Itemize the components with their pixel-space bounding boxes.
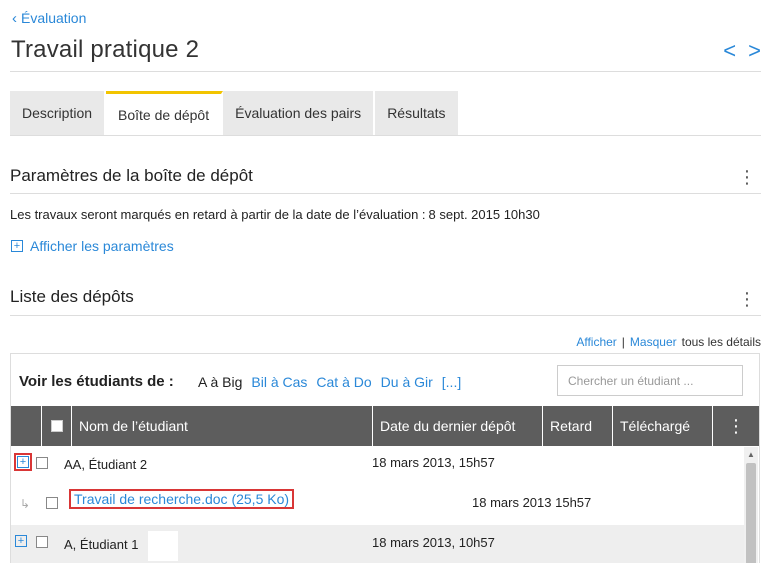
title-divider xyxy=(10,71,761,72)
select-all-checkbox[interactable] xyxy=(50,420,63,432)
column-last-submission-date[interactable]: Date du dernier dépôt xyxy=(372,406,542,446)
file-checkbox[interactable] xyxy=(46,497,58,509)
late-submission-info: Les travaux seront marqués en retard à p… xyxy=(10,207,540,222)
file-checkbox-cell xyxy=(46,497,58,509)
show-details-link[interactable]: Afficher xyxy=(576,335,616,349)
params-section-title: Paramètres de la boîte de dépôt xyxy=(10,166,253,185)
params-more-options-icon[interactable]: ⋮ xyxy=(738,168,756,186)
scroll-up-icon[interactable]: ▲ xyxy=(747,450,755,459)
sub-item-arrow-icon: ↳ xyxy=(20,497,31,511)
late-label: Les travaux seront marqués en retard à p… xyxy=(10,207,426,222)
expand-cell: + xyxy=(15,535,27,547)
student-name: A, Étudiant 1 xyxy=(64,537,139,552)
show-params-label: Afficher les paramètres xyxy=(30,238,174,254)
avatar-placeholder xyxy=(148,531,178,561)
filter-cat-to-do[interactable]: Cat à Do xyxy=(316,374,371,390)
expand-row-icon[interactable]: + xyxy=(17,456,29,468)
filter-more[interactable]: [...] xyxy=(442,374,461,390)
tabs-divider xyxy=(10,135,761,136)
tab-results[interactable]: Résultats xyxy=(375,91,460,135)
student-search-input[interactable] xyxy=(557,365,743,396)
back-to-evaluation-link[interactable]: ‹ Évaluation xyxy=(12,10,86,26)
column-downloaded[interactable]: Téléchargé xyxy=(612,406,712,446)
filter-a-to-big: A à Big xyxy=(198,374,243,390)
filter-du-to-gir[interactable]: Du à Gir xyxy=(381,374,433,390)
back-link-label: Évaluation xyxy=(21,10,87,26)
submitted-file-link[interactable]: Travail de recherche.doc (25,5 Ko) xyxy=(71,489,292,509)
tab-bar: Description Boîte de dépôt Évaluation de… xyxy=(10,91,460,135)
filter-bil-to-cas[interactable]: Bil à Cas xyxy=(251,374,307,390)
table-scrollbar[interactable]: ▲ xyxy=(744,447,758,563)
scroll-thumb[interactable] xyxy=(746,463,756,563)
params-divider xyxy=(10,193,761,194)
previous-item-icon[interactable]: < xyxy=(723,40,736,62)
details-suffix: tous les détails xyxy=(681,335,761,349)
item-pager: < > xyxy=(723,40,761,62)
tab-peer-evaluation[interactable]: Évaluation des pairs xyxy=(223,91,376,135)
expand-highlight: + xyxy=(13,452,33,472)
row-checkbox[interactable] xyxy=(36,457,48,469)
next-item-icon[interactable]: > xyxy=(748,40,761,62)
tab-description[interactable]: Description xyxy=(10,91,107,135)
file-highlight-box: Travail de recherche.doc (25,5 Ko) xyxy=(69,489,295,509)
file-submission-date: 18 mars 2013 15h57 xyxy=(472,495,592,510)
submission-date: 18 mars 2013, 15h57 xyxy=(372,455,495,470)
page-title: Travail pratique 2 xyxy=(11,36,200,63)
hide-details-link[interactable]: Masquer xyxy=(630,335,677,349)
row-checkbox-cell xyxy=(36,457,48,469)
submissions-divider xyxy=(10,315,761,316)
submissions-more-options-icon[interactable]: ⋮ xyxy=(738,290,756,308)
table-row: + A, Étudiant 1 18 mars 2013, 10h57 xyxy=(11,525,744,563)
row-checkbox-cell xyxy=(36,536,48,548)
tab-dropbox[interactable]: Boîte de dépôt xyxy=(106,91,224,135)
plus-icon: + xyxy=(11,240,23,252)
submissions-section-title: Liste des dépôts xyxy=(10,287,134,306)
table-row: + AA, Étudiant 2 18 mars 2013, 15h57 xyxy=(11,447,744,481)
student-filter-label: Voir les étudiants de : xyxy=(19,373,174,390)
expand-row-icon[interactable]: + xyxy=(15,535,27,547)
table-row: ↳ Travail de recherche.doc (25,5 Ko) 18 … xyxy=(11,486,744,521)
show-params-link[interactable]: + Afficher les paramètres xyxy=(11,238,174,254)
details-toggle: Afficher | Masquer tous les détails xyxy=(576,335,761,349)
expand-highlight-box: + xyxy=(14,453,32,471)
chevron-left-icon: ‹ xyxy=(12,9,17,27)
submissions-panel: Voir les étudiants de : A à Big Bil à Ca… xyxy=(10,353,760,563)
student-name: AA, Étudiant 2 xyxy=(64,457,148,472)
row-checkbox[interactable] xyxy=(36,536,48,548)
column-options-icon[interactable]: ⋮ xyxy=(712,406,759,446)
column-student-name[interactable]: Nom de l’étudiant xyxy=(71,406,372,446)
column-late[interactable]: Retard xyxy=(542,406,612,446)
select-all-cell xyxy=(41,406,71,446)
submission-date: 18 mars 2013, 10h57 xyxy=(372,535,495,550)
file-highlight: Travail de recherche.doc (25,5 Ko) xyxy=(69,489,295,509)
late-date-value: 8 sept. 2015 10h30 xyxy=(428,207,540,222)
header-spacer xyxy=(11,406,41,446)
student-range-filters: A à Big Bil à Cas Cat à Do Du à Gir [...… xyxy=(198,374,461,390)
table-header: Nom de l’étudiant Date du dernier dépôt … xyxy=(11,406,759,446)
details-separator: | xyxy=(621,335,625,349)
